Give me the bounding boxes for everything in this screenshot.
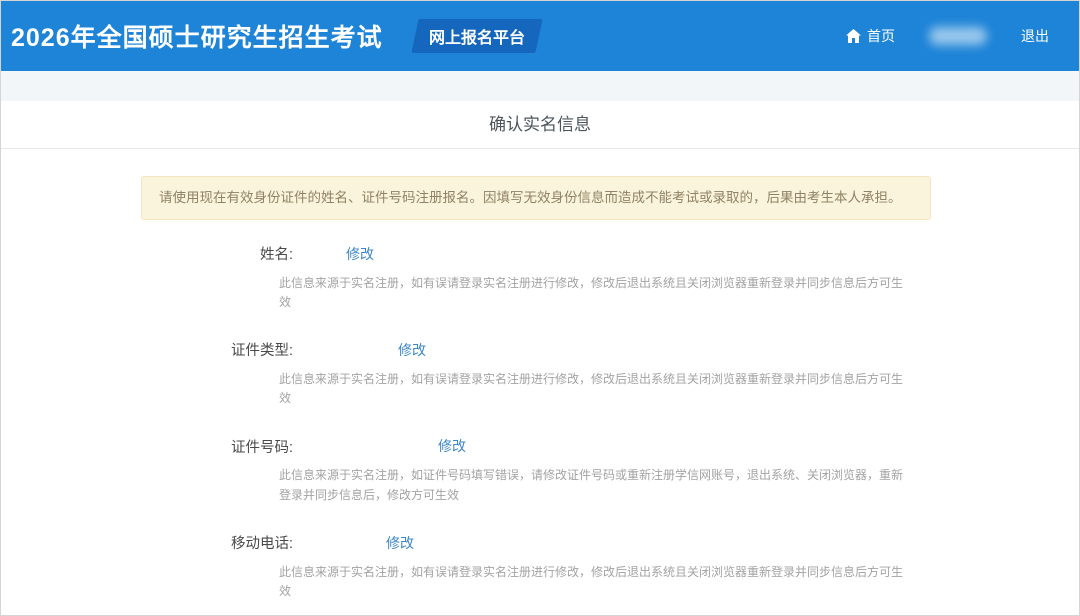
field-mobile-modify-link[interactable]: 修改 bbox=[386, 533, 414, 553]
nav-home[interactable]: 首页 bbox=[846, 26, 895, 46]
page-title: 确认实名信息 bbox=[1, 101, 1079, 149]
field-id-type-label: 证件类型: bbox=[1, 339, 293, 360]
sub-header-strip bbox=[1, 71, 1079, 101]
field-id-type: 证件类型: 修改 此信息来源于实名注册，如有误请登录实名注册进行修改，修改后退出… bbox=[1, 340, 1079, 408]
field-name-modify-link[interactable]: 修改 bbox=[346, 244, 374, 264]
nav-logout-label: 退出 bbox=[1021, 26, 1049, 46]
platform-badge: 网上报名平台 bbox=[411, 19, 542, 53]
field-name: 姓名: 修改 此信息来源于实名注册，如有误请登录实名注册进行修改，修改后退出系统… bbox=[1, 244, 1079, 312]
field-mobile-label: 移动电话: bbox=[1, 532, 293, 553]
header: 2026年全国硕士研究生招生考试 网上报名平台 首页 退出 bbox=[1, 1, 1079, 71]
field-id-number: 证件号码: 修改 此信息来源于实名注册，如证件号码填写错误，请修改证件号码或重新… bbox=[1, 436, 1079, 504]
field-name-label: 姓名: bbox=[1, 243, 293, 264]
home-icon bbox=[846, 29, 861, 43]
field-id-number-label: 证件号码: bbox=[1, 436, 293, 457]
field-name-note: 此信息来源于实名注册，如有误请登录实名注册进行修改，修改后退出系统且关闭浏览器重… bbox=[279, 274, 911, 312]
field-id-type-value-redacted bbox=[293, 341, 398, 359]
field-id-number-note: 此信息来源于实名注册，如证件号码填写错误，请修改证件号码或重新注册学信网账号，退… bbox=[279, 466, 911, 504]
field-id-number-modify-link[interactable]: 修改 bbox=[438, 436, 466, 456]
field-id-type-modify-link[interactable]: 修改 bbox=[398, 340, 426, 360]
field-id-number-value-redacted bbox=[293, 437, 438, 455]
notice-box: 请使用现在有效身份证件的姓名、证件号码注册报名。因填写无效身份信息而造成不能考试… bbox=[141, 176, 931, 220]
nav-username[interactable] bbox=[929, 27, 987, 45]
nav-home-label: 首页 bbox=[867, 26, 895, 46]
field-mobile-value-redacted bbox=[293, 534, 386, 552]
header-nav: 首页 退出 bbox=[846, 26, 1049, 46]
page: 2026年全国硕士研究生招生考试 网上报名平台 首页 退出 确认实名信息 bbox=[0, 0, 1080, 616]
nav-logout[interactable]: 退出 bbox=[1021, 26, 1049, 46]
field-mobile-note: 此信息来源于实名注册，如有误请登录实名注册进行修改，修改后退出系统且关闭浏览器重… bbox=[279, 563, 911, 601]
field-name-value-redacted bbox=[293, 245, 346, 263]
username-redacted bbox=[929, 27, 987, 45]
platform-badge-label: 网上报名平台 bbox=[429, 24, 525, 48]
field-id-type-note: 此信息来源于实名注册，如有误请登录实名注册进行修改，修改后退出系统且关闭浏览器重… bbox=[279, 370, 911, 408]
exam-title: 2026年全国硕士研究生招生考试 bbox=[11, 18, 383, 54]
realname-form: 姓名: 修改 此信息来源于实名注册，如有误请登录实名注册进行修改，修改后退出系统… bbox=[1, 244, 1079, 602]
field-mobile: 移动电话: 修改 此信息来源于实名注册，如有误请登录实名注册进行修改，修改后退出… bbox=[1, 533, 1079, 601]
